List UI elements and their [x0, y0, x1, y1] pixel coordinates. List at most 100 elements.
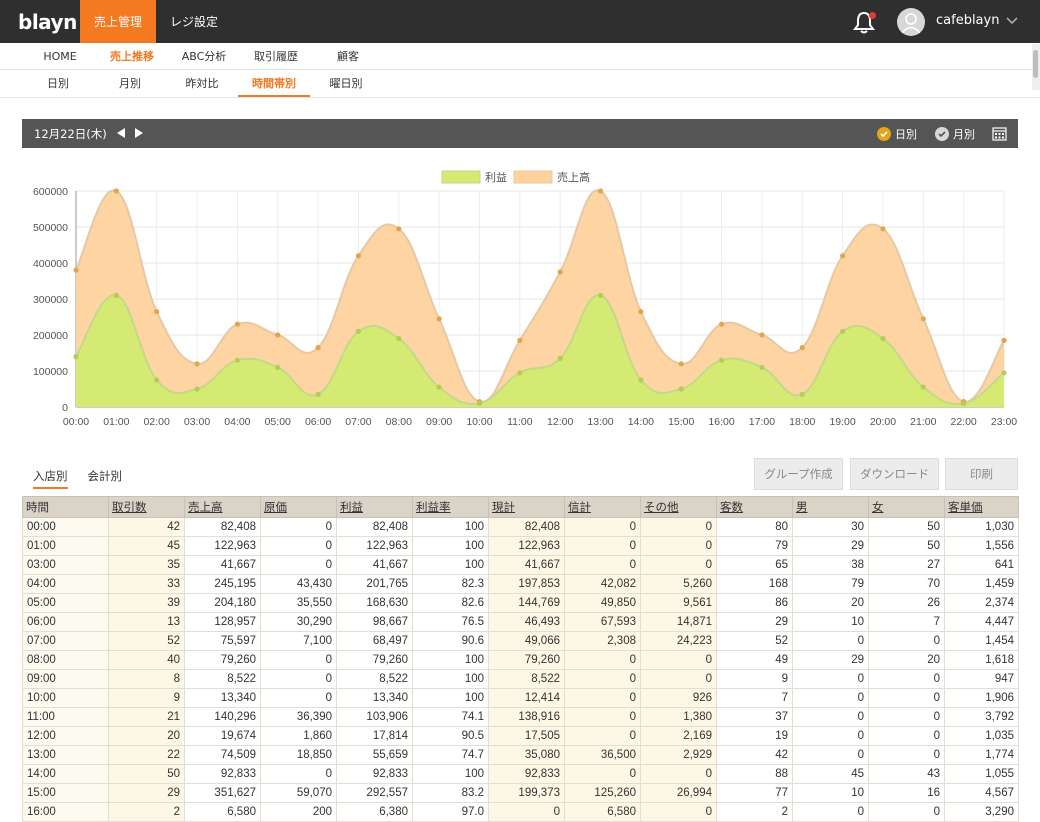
nav-register-settings[interactable]: レジ設定: [156, 0, 232, 43]
check-icon: [935, 126, 949, 141]
chevron-down-icon[interactable]: [1006, 15, 1018, 27]
column-header[interactable]: 取引数: [108, 496, 185, 518]
table-row: 12:00 20 19,674 1,860 17,814 90.5 17,505 0 2,169…: [22, 726, 1019, 746]
table-cell: 0: [868, 802, 945, 822]
tab-daily[interactable]: 日別: [22, 71, 94, 97]
column-header[interactable]: 客数: [716, 496, 793, 518]
table-cell: 79: [792, 574, 869, 594]
tab-by-checkout[interactable]: 会計別: [88, 468, 123, 489]
table-cell: 59,070: [260, 783, 337, 803]
table-cell: 9,561: [640, 593, 717, 613]
calendar-icon[interactable]: [992, 126, 1007, 141]
subnav-history[interactable]: 取引履歴: [240, 48, 312, 64]
table-cell: 42,082: [564, 574, 641, 594]
table-cell: 49,850: [564, 593, 641, 613]
table-cell: 05:00: [22, 593, 109, 613]
column-header[interactable]: 利益: [336, 496, 413, 518]
username[interactable]: cafeblayn: [936, 13, 999, 28]
table-cell: 1,774: [944, 745, 1019, 765]
table-cell: 7,100: [260, 631, 337, 651]
table-cell: 30,290: [260, 612, 337, 632]
y-tick-label: 500000: [33, 222, 68, 234]
x-tick-label: 01:00: [103, 416, 129, 428]
tab-by-entry[interactable]: 入店別: [33, 468, 68, 489]
table-cell: 8: [108, 669, 185, 689]
table-cell: 0: [564, 707, 641, 727]
table-cell: 67,593: [564, 612, 641, 632]
table-row: 11:00 21 140,296 36,390 103,906 74.1 138,916 0 1…: [22, 707, 1019, 727]
subnav-customers[interactable]: 顧客: [312, 48, 384, 64]
column-header[interactable]: 信計: [564, 496, 641, 518]
option-daily[interactable]: 日別: [877, 126, 917, 141]
table-cell: 10: [792, 783, 869, 803]
column-header[interactable]: 男: [792, 496, 869, 518]
tab-weekday[interactable]: 曜日別: [310, 71, 382, 97]
table-cell: 0: [792, 745, 869, 765]
hourly-table: 時間 取引数 売上高 原価 利益 利益率 現計 信計 その他 客数男女客単価 00:00 42 82,…: [22, 496, 1019, 822]
table-cell: 46,493: [488, 612, 565, 632]
table-cell: 0: [640, 555, 717, 575]
data-point: [73, 267, 79, 273]
table-cell: 0: [564, 650, 641, 670]
subnav-sales-trend[interactable]: 売上推移: [96, 48, 168, 64]
column-header[interactable]: 売上高: [184, 496, 261, 518]
column-header[interactable]: 客単価: [944, 496, 1019, 518]
x-tick-label: 07:00: [345, 416, 371, 428]
print-button[interactable]: 印刷: [945, 458, 1018, 490]
x-tick-label: 19:00: [829, 416, 855, 428]
tab-monthly[interactable]: 月別: [94, 71, 166, 97]
column-header[interactable]: 利益率: [412, 496, 489, 518]
table-cell: 1,380: [640, 707, 717, 727]
nav-sales-management[interactable]: 売上管理: [80, 0, 157, 43]
table-cell: 1,030: [944, 517, 1019, 537]
table-cell: 13,340: [336, 688, 413, 708]
table-cell: 41,667: [488, 555, 565, 575]
table-cell: 79,260: [488, 650, 565, 670]
column-header[interactable]: 現計: [488, 496, 565, 518]
create-group-button[interactable]: グループ作成: [754, 458, 843, 490]
option-monthly[interactable]: 月別: [935, 126, 975, 141]
table-header-row: 時間 取引数 売上高 原価 利益 利益率 現計 信計 その他 客数男女客単価: [22, 496, 1019, 518]
next-date-icon[interactable]: [135, 128, 143, 138]
column-header[interactable]: その他: [640, 496, 717, 518]
table-cell: 35,550: [260, 593, 337, 613]
y-tick-label: 0: [62, 402, 68, 414]
table-cell: 35,080: [488, 745, 565, 765]
table-cell: 27: [868, 555, 945, 575]
table-cell: 0: [868, 631, 945, 651]
table-row: 07:00 52 75,597 7,100 68,497 90.6 49,066 2,308 2…: [22, 631, 1019, 651]
table-cell: 140,296: [184, 707, 261, 727]
subnav-home[interactable]: HOME: [24, 50, 96, 63]
data-point: [597, 188, 604, 194]
x-tick-label: 00:00: [63, 416, 89, 428]
data-point: [396, 226, 402, 232]
y-tick-label: 200000: [33, 330, 68, 342]
data-point: [880, 226, 886, 232]
table-cell: 98,667: [336, 612, 413, 632]
data-point: [234, 321, 240, 327]
table-cell: 122,963: [336, 536, 413, 556]
table-cell: 50: [868, 517, 945, 537]
table-cell: 04:00: [22, 574, 109, 594]
table-cell: 0: [640, 764, 717, 784]
table-cell: 100: [412, 688, 489, 708]
table-cell: 204,180: [184, 593, 261, 613]
scrollbar[interactable]: [1032, 44, 1040, 90]
table-cell: 3,290: [944, 802, 1019, 822]
download-button[interactable]: ダウンロード: [850, 458, 939, 490]
prev-date-icon[interactable]: [117, 128, 125, 138]
table-cell: 9: [108, 688, 185, 708]
column-header[interactable]: 女: [868, 496, 945, 518]
table-cell: 82.6: [412, 593, 489, 613]
table-cell: 0: [640, 650, 717, 670]
column-header[interactable]: 原価: [260, 496, 337, 518]
table-cell: 20: [108, 726, 185, 746]
table-cell: 100: [412, 555, 489, 575]
tab-yoy[interactable]: 昨対比: [166, 71, 238, 97]
subnav-abc[interactable]: ABC分析: [168, 48, 240, 64]
date-bar: 12月22日(木) 日別 月別: [22, 119, 1018, 148]
data-point: [557, 355, 563, 361]
tab-hourly[interactable]: 時間帯別: [238, 71, 310, 97]
table-cell: 100: [412, 650, 489, 670]
avatar[interactable]: [897, 8, 925, 36]
